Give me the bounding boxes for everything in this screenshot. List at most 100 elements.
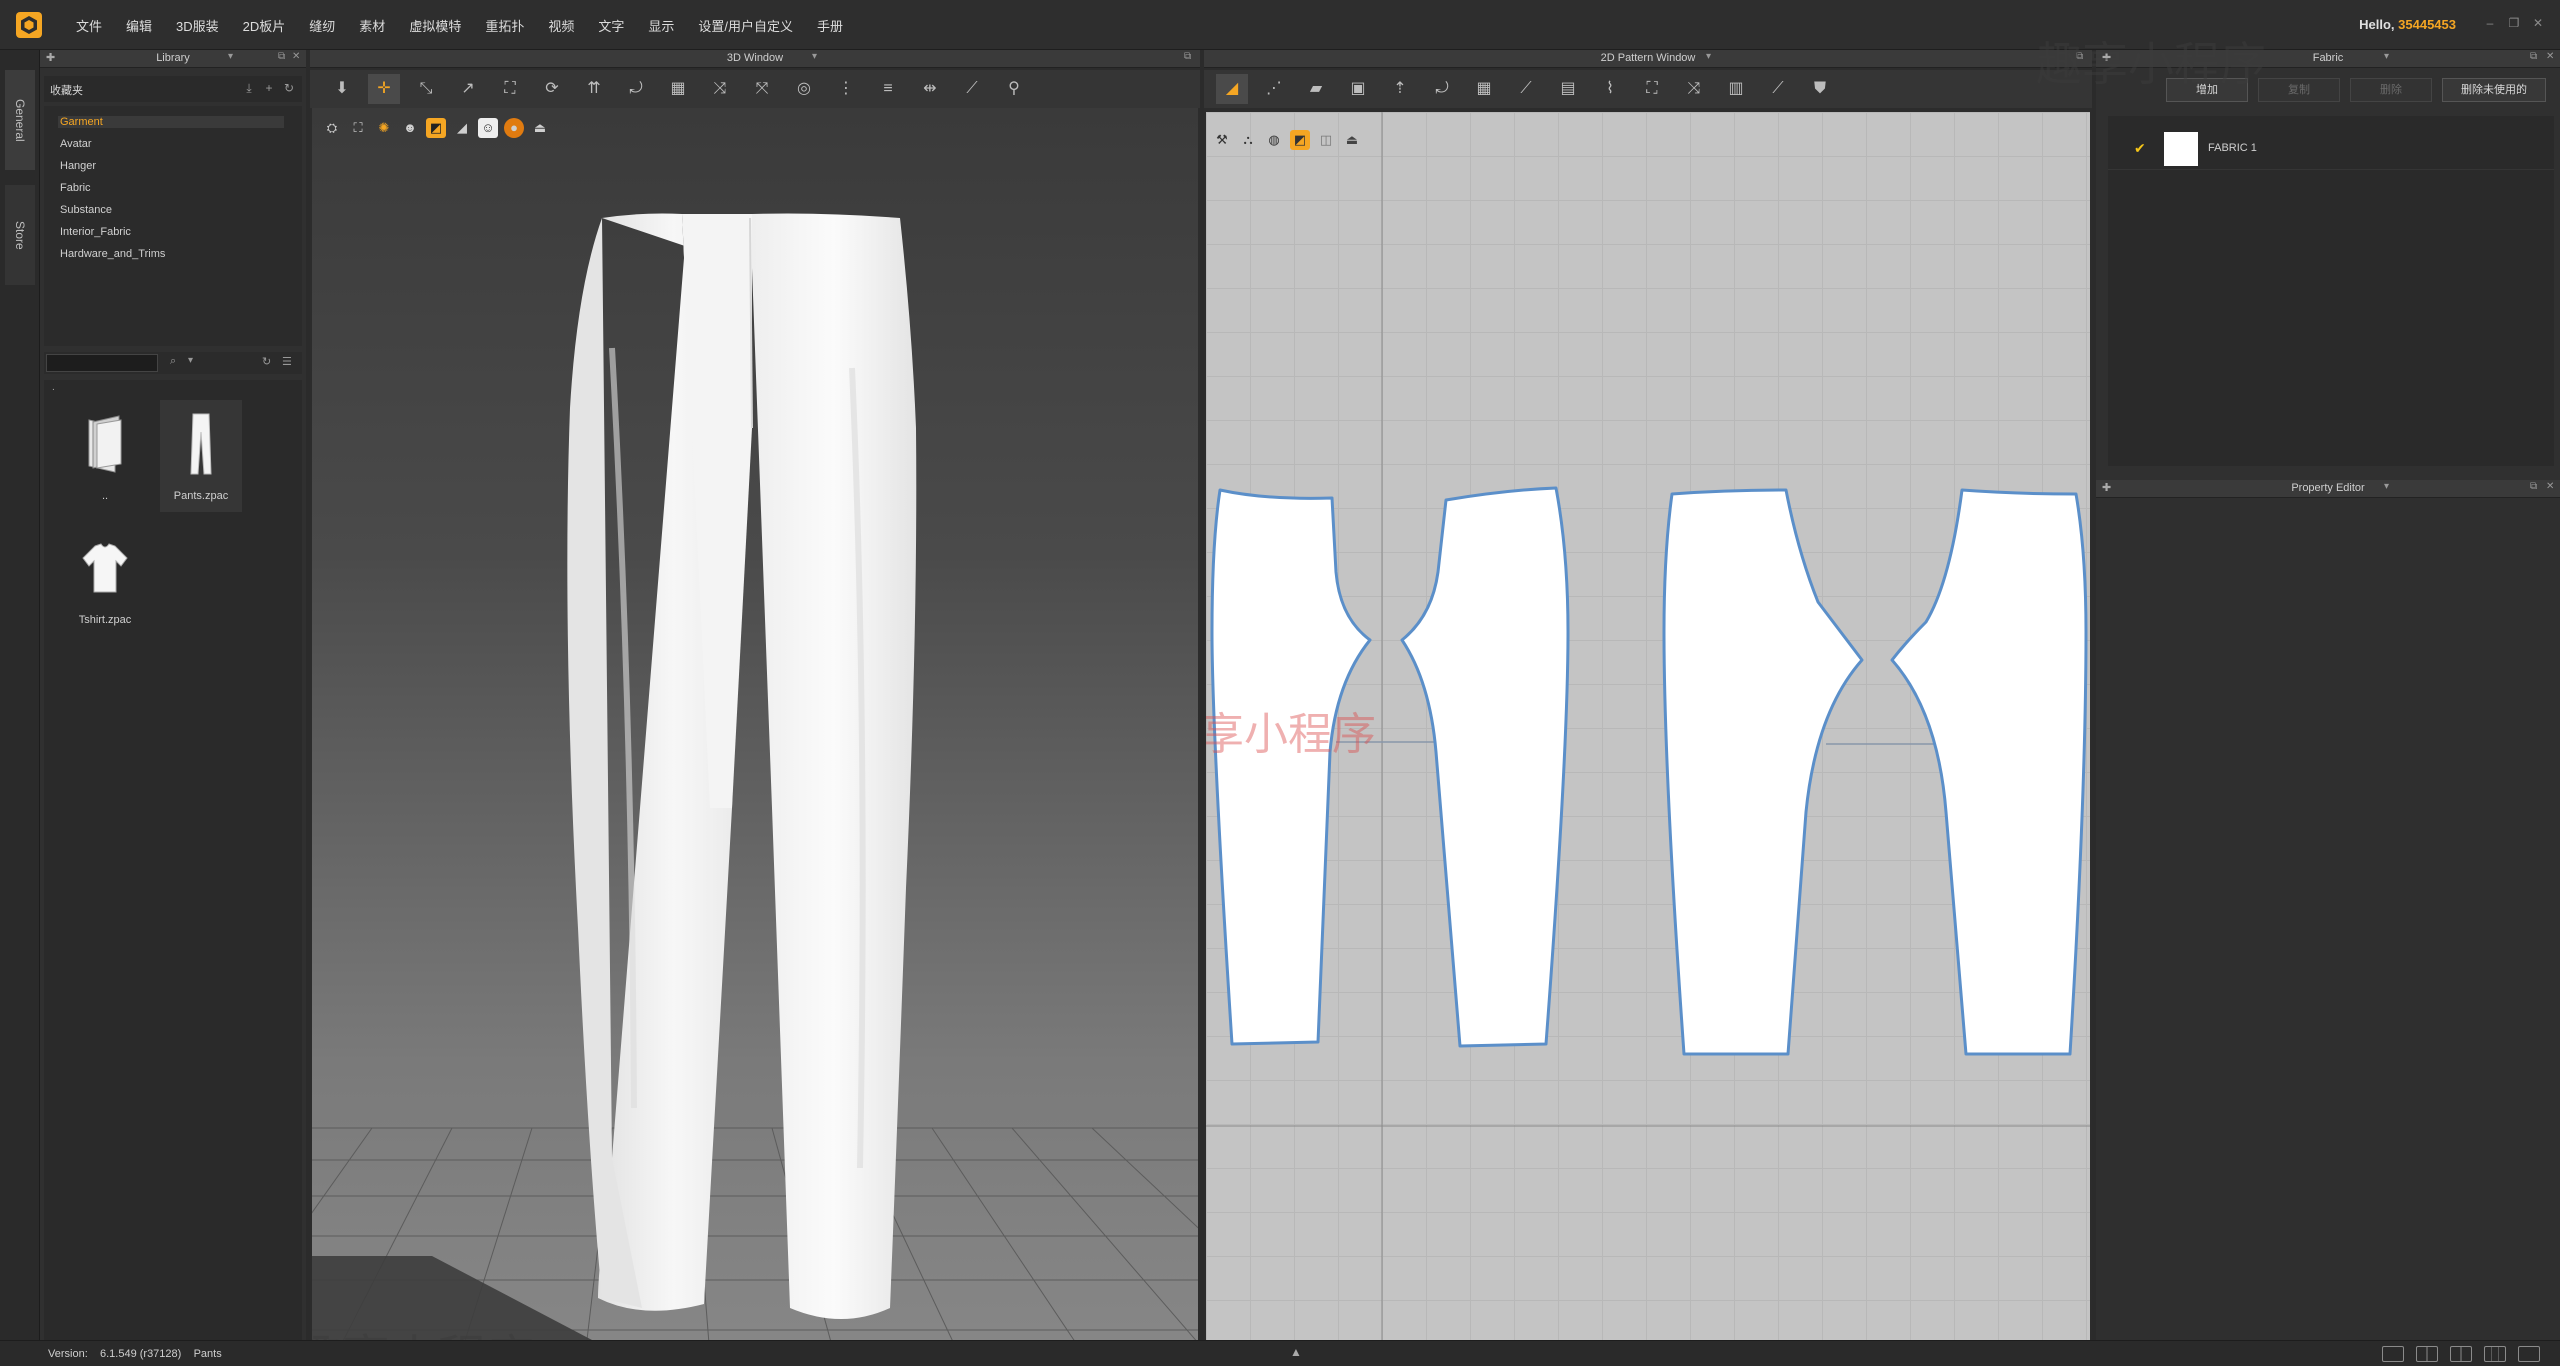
delete-unused-button[interactable]: 删除未使用的 [2442, 78, 2546, 102]
edit-pin-icon[interactable]: ↗ [452, 74, 484, 104]
dropdown-icon[interactable]: ▾ [228, 51, 233, 62]
file-tile-parent[interactable]: .. [64, 400, 146, 512]
close-icon[interactable]: ✕ [2546, 481, 2554, 492]
tree-item-garment[interactable]: Garment [58, 116, 284, 128]
user-id[interactable]: 35445453 [2398, 17, 2456, 32]
xray-icon[interactable]: ☺ [478, 118, 498, 138]
tab-general[interactable]: General [5, 70, 35, 170]
download-icon[interactable]: ⤓ [242, 81, 256, 95]
3d-viewport[interactable]: ⛭ ⛶ ✺ ☻ ◩ ◢ ☺ ● ⏏ 趣享小程序 [312, 108, 1198, 1366]
tree-item-avatar[interactable]: Avatar [60, 138, 92, 150]
menu-video[interactable]: 视频 [536, 16, 586, 35]
avatar-icon[interactable]: ☻ [400, 118, 420, 138]
trace-icon[interactable]: ⌇ [1594, 74, 1626, 104]
layout-single-icon[interactable] [2382, 1346, 2404, 1362]
close-icon[interactable]: ✕ [2546, 51, 2554, 62]
display-garment-icon[interactable]: ⛶ [348, 118, 368, 138]
garment-shirt-icon[interactable]: ⛊ [1804, 74, 1836, 104]
menu-avatar[interactable]: 虚拟模特 [397, 16, 473, 35]
close-icon[interactable]: ✕ [2530, 16, 2546, 30]
float-icon[interactable]: ⧉ [2530, 51, 2537, 62]
menu-display[interactable]: 显示 [636, 16, 686, 35]
display-pattern-icon[interactable]: ⚒ [1212, 130, 1232, 150]
copy-fabric-button[interactable]: 复制 [2258, 78, 2340, 102]
tree-item-substance[interactable]: Substance [60, 204, 112, 216]
float-icon[interactable]: ⧉ [278, 51, 285, 62]
dart-icon[interactable]: ⇡ [1384, 74, 1416, 104]
zipper-icon[interactable]: ⋮ [830, 74, 862, 104]
lighting-icon[interactable]: ● [504, 118, 524, 138]
transform-pattern-icon[interactable]: ◢ [1216, 74, 1248, 104]
layout-3d-2d-icon[interactable] [2450, 1346, 2472, 1362]
list-view-icon[interactable]: ☰ [282, 355, 292, 368]
menu-settings[interactable]: 设置/用户自定义 [686, 16, 805, 35]
free-sew-icon[interactable]: ▦ [1468, 74, 1500, 104]
dropdown-icon[interactable]: ▾ [2384, 481, 2389, 492]
select-mesh-icon[interactable]: ⤡ [410, 74, 442, 104]
refresh-icon[interactable]: ↻ [262, 355, 271, 368]
search-input[interactable] [46, 354, 158, 372]
dropdown-icon[interactable]: ▾ [2384, 51, 2389, 62]
display-grain-icon[interactable]: ◍ [1264, 130, 1284, 150]
texture-icon[interactable]: ◩ [426, 118, 446, 138]
puckering-icon[interactable]: ⛶ [1636, 74, 1668, 104]
menu-file[interactable]: 文件 [64, 16, 114, 35]
segment-sewing-icon[interactable]: ⤾ [620, 74, 652, 104]
search-icon[interactable]: ⌕ [170, 355, 176, 368]
edit-sewing-icon[interactable]: ⤨ [704, 74, 736, 104]
chevron-down-icon[interactable]: ▾ [188, 355, 193, 366]
edit-point-icon[interactable]: ⋰ [1258, 74, 1290, 104]
select-move-icon[interactable]: ✛ [368, 74, 400, 104]
display-texture-icon[interactable]: ◩ [1290, 130, 1310, 150]
elastic-icon[interactable]: ▥ [1720, 74, 1752, 104]
menu-edit[interactable]: 编辑 [114, 16, 164, 35]
menu-text[interactable]: 文字 [586, 16, 636, 35]
tape-icon[interactable]: ⟋ [956, 74, 988, 104]
menu-3d-garment[interactable]: 3D服装 [164, 16, 231, 35]
check-sewing-icon[interactable]: ⤧ [746, 74, 778, 104]
add-fabric-button[interactable]: 增加 [2166, 78, 2248, 102]
restore-icon[interactable]: ❐ [2506, 16, 2522, 30]
export-icon[interactable]: ⏏ [1342, 130, 1362, 150]
topstitch-icon[interactable]: ≡ [872, 74, 904, 104]
float-icon[interactable]: ⧉ [2076, 51, 2083, 62]
list-item[interactable]: ✔ FABRIC 1 [2108, 126, 2554, 170]
menu-sewing[interactable]: 缝纫 [297, 16, 347, 35]
avatar-pose-icon[interactable]: ⚲ [998, 74, 1030, 104]
menu-2d-pattern[interactable]: 2D板片 [231, 16, 298, 35]
segment-sew-icon[interactable]: ⤾ [1426, 74, 1458, 104]
favorites-label[interactable]: 收藏夹 [50, 82, 83, 98]
close-icon[interactable]: ✕ [292, 51, 300, 62]
free-sewing-icon[interactable]: ▦ [662, 74, 694, 104]
tree-item-hardware-trims[interactable]: Hardware_and_Trims [60, 248, 165, 260]
tree-item-fabric[interactable]: Fabric [60, 182, 91, 194]
shading-icon[interactable]: ◢ [452, 118, 472, 138]
dropdown-icon[interactable]: ▾ [812, 51, 817, 62]
display-avatar-icon[interactable]: ⛭ [322, 118, 342, 138]
fold-line-icon[interactable]: ⟋ [1510, 74, 1542, 104]
app-logo-icon[interactable] [16, 12, 42, 38]
refresh-icon[interactable]: ↻ [282, 81, 296, 95]
display-sewing-icon[interactable]: ✺ [374, 118, 394, 138]
file-tile-tshirt[interactable]: Tshirt.zpac [64, 524, 146, 636]
tab-store[interactable]: Store [5, 185, 35, 285]
display-mesh-icon[interactable]: ◫ [1316, 130, 1336, 150]
tack-icon[interactable]: ⇈ [578, 74, 610, 104]
add-icon[interactable]: + [262, 81, 276, 95]
edit-sew-icon[interactable]: ⤨ [1678, 74, 1710, 104]
tree-item-interior-fabric[interactable]: Interior_Fabric [60, 226, 131, 238]
grid-icon[interactable]: ▤ [1552, 74, 1584, 104]
menu-retopology[interactable]: 重拓扑 [473, 16, 536, 35]
expand-up-icon[interactable]: ▲ [1290, 1345, 1302, 1359]
check-icon[interactable]: ✔ [2134, 140, 2146, 157]
button-icon[interactable]: ◎ [788, 74, 820, 104]
display-sewing-line-icon[interactable]: ⛬ [1238, 130, 1258, 150]
polygon-icon[interactable]: ▰ [1300, 74, 1332, 104]
file-tile-pants[interactable]: Pants.zpac [160, 400, 242, 512]
measure-icon[interactable]: ⇹ [914, 74, 946, 104]
menu-materials[interactable]: 素材 [347, 16, 397, 35]
export-icon[interactable]: ⏏ [530, 118, 550, 138]
layout-triple-icon[interactable] [2484, 1346, 2506, 1362]
layout-split-icon[interactable] [2416, 1346, 2438, 1362]
float-icon[interactable]: ⧉ [2530, 481, 2537, 492]
